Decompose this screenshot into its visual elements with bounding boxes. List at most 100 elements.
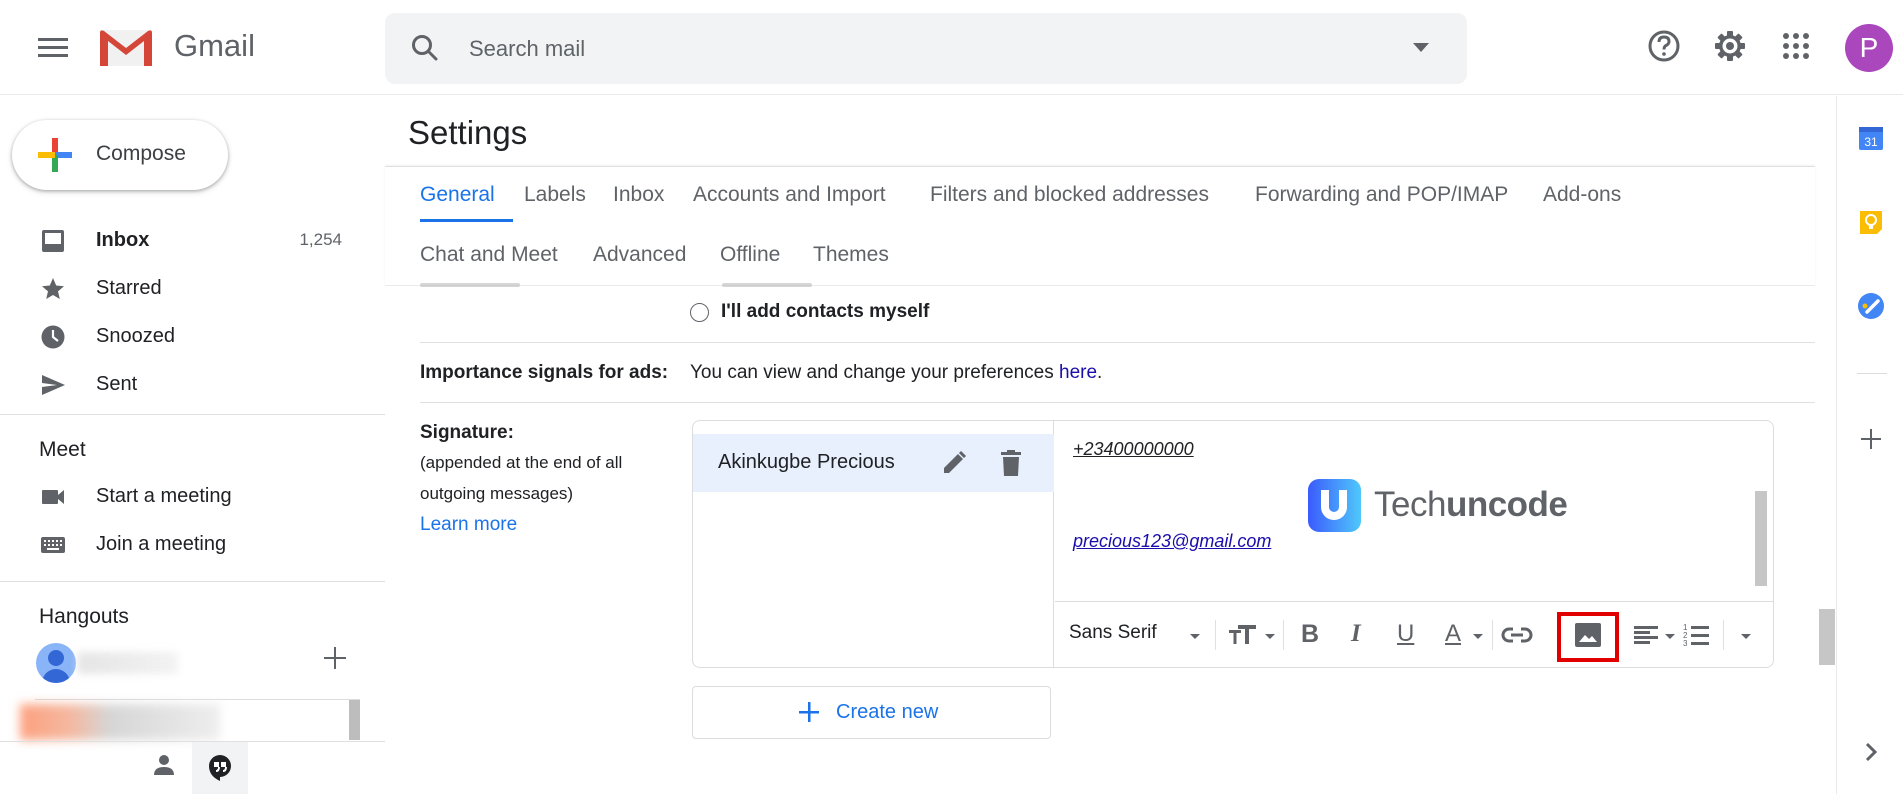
account-avatar[interactable]: P (1845, 24, 1893, 72)
rail-divider (1857, 373, 1887, 374)
learn-more-link[interactable]: Learn more (420, 514, 517, 536)
font-size-caret-icon[interactable] (1265, 634, 1275, 639)
menu-icon[interactable] (38, 35, 68, 59)
align-caret-icon[interactable] (1665, 634, 1675, 639)
inbox-icon (42, 230, 64, 252)
app-name: Gmail (174, 28, 255, 63)
calendar-icon[interactable]: 31 (1857, 124, 1885, 152)
tab-chat-and-meet[interactable]: Chat and Meet (420, 243, 558, 267)
signature-editor[interactable]: +23400000000 Techuncode precious123@gmai… (1055, 421, 1773, 601)
keyboard-icon (41, 537, 65, 553)
italic-button[interactable]: I (1351, 620, 1361, 650)
expand-panel-chevron-icon[interactable] (1863, 741, 1879, 763)
numbered-list-icon[interactable]: 1 2 3 (1681, 620, 1711, 650)
signature-list-item[interactable]: Akinkugbe Precious (693, 434, 1054, 492)
insert-link-icon[interactable] (1501, 620, 1533, 650)
row-divider (420, 342, 1815, 343)
hangouts-user-avatar[interactable] (36, 643, 76, 683)
sidebar-item-starred[interactable]: Starred (0, 264, 385, 312)
text-color-caret-icon[interactable] (1473, 634, 1483, 639)
insert-image-highlight (1557, 612, 1619, 662)
tab-filters[interactable]: Filters and blocked addresses (930, 183, 1209, 207)
apps-grid-icon[interactable] (1778, 28, 1814, 64)
editor-scrollbar[interactable] (1755, 491, 1767, 586)
font-family-select[interactable]: Sans Serif (1069, 622, 1157, 644)
create-new-label: Create new (836, 701, 939, 723)
signature-name: Akinkugbe Precious (718, 451, 895, 473)
tab-themes[interactable]: Themes (813, 243, 889, 267)
sidebar-item-label: Starred (96, 277, 162, 299)
underline-button[interactable]: U (1397, 620, 1414, 650)
settings-tabs: General Labels Inbox Accounts and Import… (385, 166, 1815, 286)
search-bar[interactable] (385, 13, 1467, 84)
plus-icon (799, 702, 819, 722)
sidebar-item-sent[interactable]: Sent (0, 360, 385, 408)
main-scrollbar[interactable] (1819, 609, 1835, 665)
tab-advanced[interactable]: Advanced (593, 243, 686, 267)
settings-gear-icon[interactable] (1712, 28, 1748, 64)
keep-icon[interactable] (1857, 208, 1885, 236)
meet-section-title: Meet (39, 438, 86, 461)
importance-signals-text: You can view and change your preferences… (690, 362, 1103, 383)
gmail-logo[interactable] (98, 28, 154, 68)
compose-plus-icon (38, 138, 72, 172)
sidebar-item-label: Sent (96, 373, 138, 395)
add-hangout-icon[interactable] (324, 647, 346, 669)
tab-forwarding[interactable]: Forwarding and POP/IMAP (1255, 183, 1508, 207)
sidebar-item-inbox[interactable]: Inbox 1,254 (0, 216, 385, 264)
help-icon[interactable] (1646, 28, 1682, 64)
signature-email[interactable]: precious123@gmail.com (1073, 531, 1271, 552)
signature-desc-line1: (appended at the end of all (420, 453, 623, 472)
search-input[interactable] (469, 31, 1369, 67)
importance-signals-label: Importance signals for ads: (420, 362, 669, 383)
signature-label: Signature: (420, 422, 514, 443)
start-meeting-item[interactable]: Start a meeting (0, 472, 385, 520)
compose-label: Compose (96, 142, 186, 165)
sidebar-item-label: Join a meeting (96, 533, 227, 555)
preferences-here-link[interactable]: here (1059, 362, 1097, 383)
clock-icon (41, 325, 65, 349)
tab-accounts-and-import[interactable]: Accounts and Import (693, 183, 886, 207)
sidebar-divider (0, 581, 385, 582)
sidebar-item-label: Snoozed (96, 325, 175, 347)
add-contacts-myself-label: I'll add contacts myself (721, 301, 930, 322)
join-meeting-item[interactable]: Join a meeting (0, 520, 385, 568)
get-add-ons-icon[interactable] (1861, 429, 1881, 449)
sidebar-item-snoozed[interactable]: Snoozed (0, 312, 385, 360)
font-family-caret-icon[interactable] (1190, 634, 1200, 639)
signature-desc-line2: outgoing messages) (420, 484, 574, 503)
video-camera-icon (42, 490, 64, 504)
hangouts-scrollbar[interactable] (349, 700, 360, 740)
align-icon[interactable] (1632, 620, 1660, 650)
more-formatting-caret-icon[interactable] (1741, 634, 1751, 639)
edit-pencil-icon[interactable] (940, 449, 968, 477)
signature-box: Akinkugbe Precious +23400000000 Techunco… (692, 420, 1774, 668)
font-size-icon[interactable] (1227, 620, 1259, 650)
side-panel-rail: 31 (1836, 96, 1903, 794)
create-new-signature-button[interactable]: Create new (692, 686, 1051, 739)
text-color-button[interactable]: A (1445, 620, 1461, 650)
hangouts-tab[interactable] (192, 742, 248, 794)
add-contacts-myself-radio[interactable] (690, 303, 709, 322)
tab-inbox[interactable]: Inbox (613, 183, 664, 207)
techuncode-logo-image[interactable]: Techuncode (1308, 479, 1578, 535)
bold-button[interactable]: B (1301, 620, 1319, 650)
tab-labels[interactable]: Labels (524, 183, 586, 207)
hangouts-conversation-blurred[interactable] (20, 704, 220, 740)
settings-panel: Settings General Labels Inbox Accounts a… (385, 96, 1840, 794)
formatting-toolbar: Sans Serif B I U A 1 2 3 (1055, 601, 1773, 667)
inbox-count: 1,254 (299, 230, 342, 249)
search-icon[interactable] (410, 33, 440, 63)
tasks-icon[interactable] (1857, 292, 1885, 320)
star-icon (42, 278, 64, 299)
tab-offline[interactable]: Offline (720, 243, 780, 267)
sidebar-item-label: Inbox (96, 229, 150, 251)
search-options-icon[interactable] (1413, 43, 1429, 52)
contacts-person-icon[interactable] (152, 753, 176, 777)
tab-add-ons[interactable]: Add-ons (1543, 183, 1621, 207)
delete-trash-icon[interactable] (998, 449, 1024, 477)
person-icon (48, 650, 64, 666)
logo-wordmark: Techuncode (1374, 485, 1568, 524)
compose-button[interactable]: Compose (12, 120, 228, 190)
tab-general[interactable]: General (420, 183, 495, 207)
